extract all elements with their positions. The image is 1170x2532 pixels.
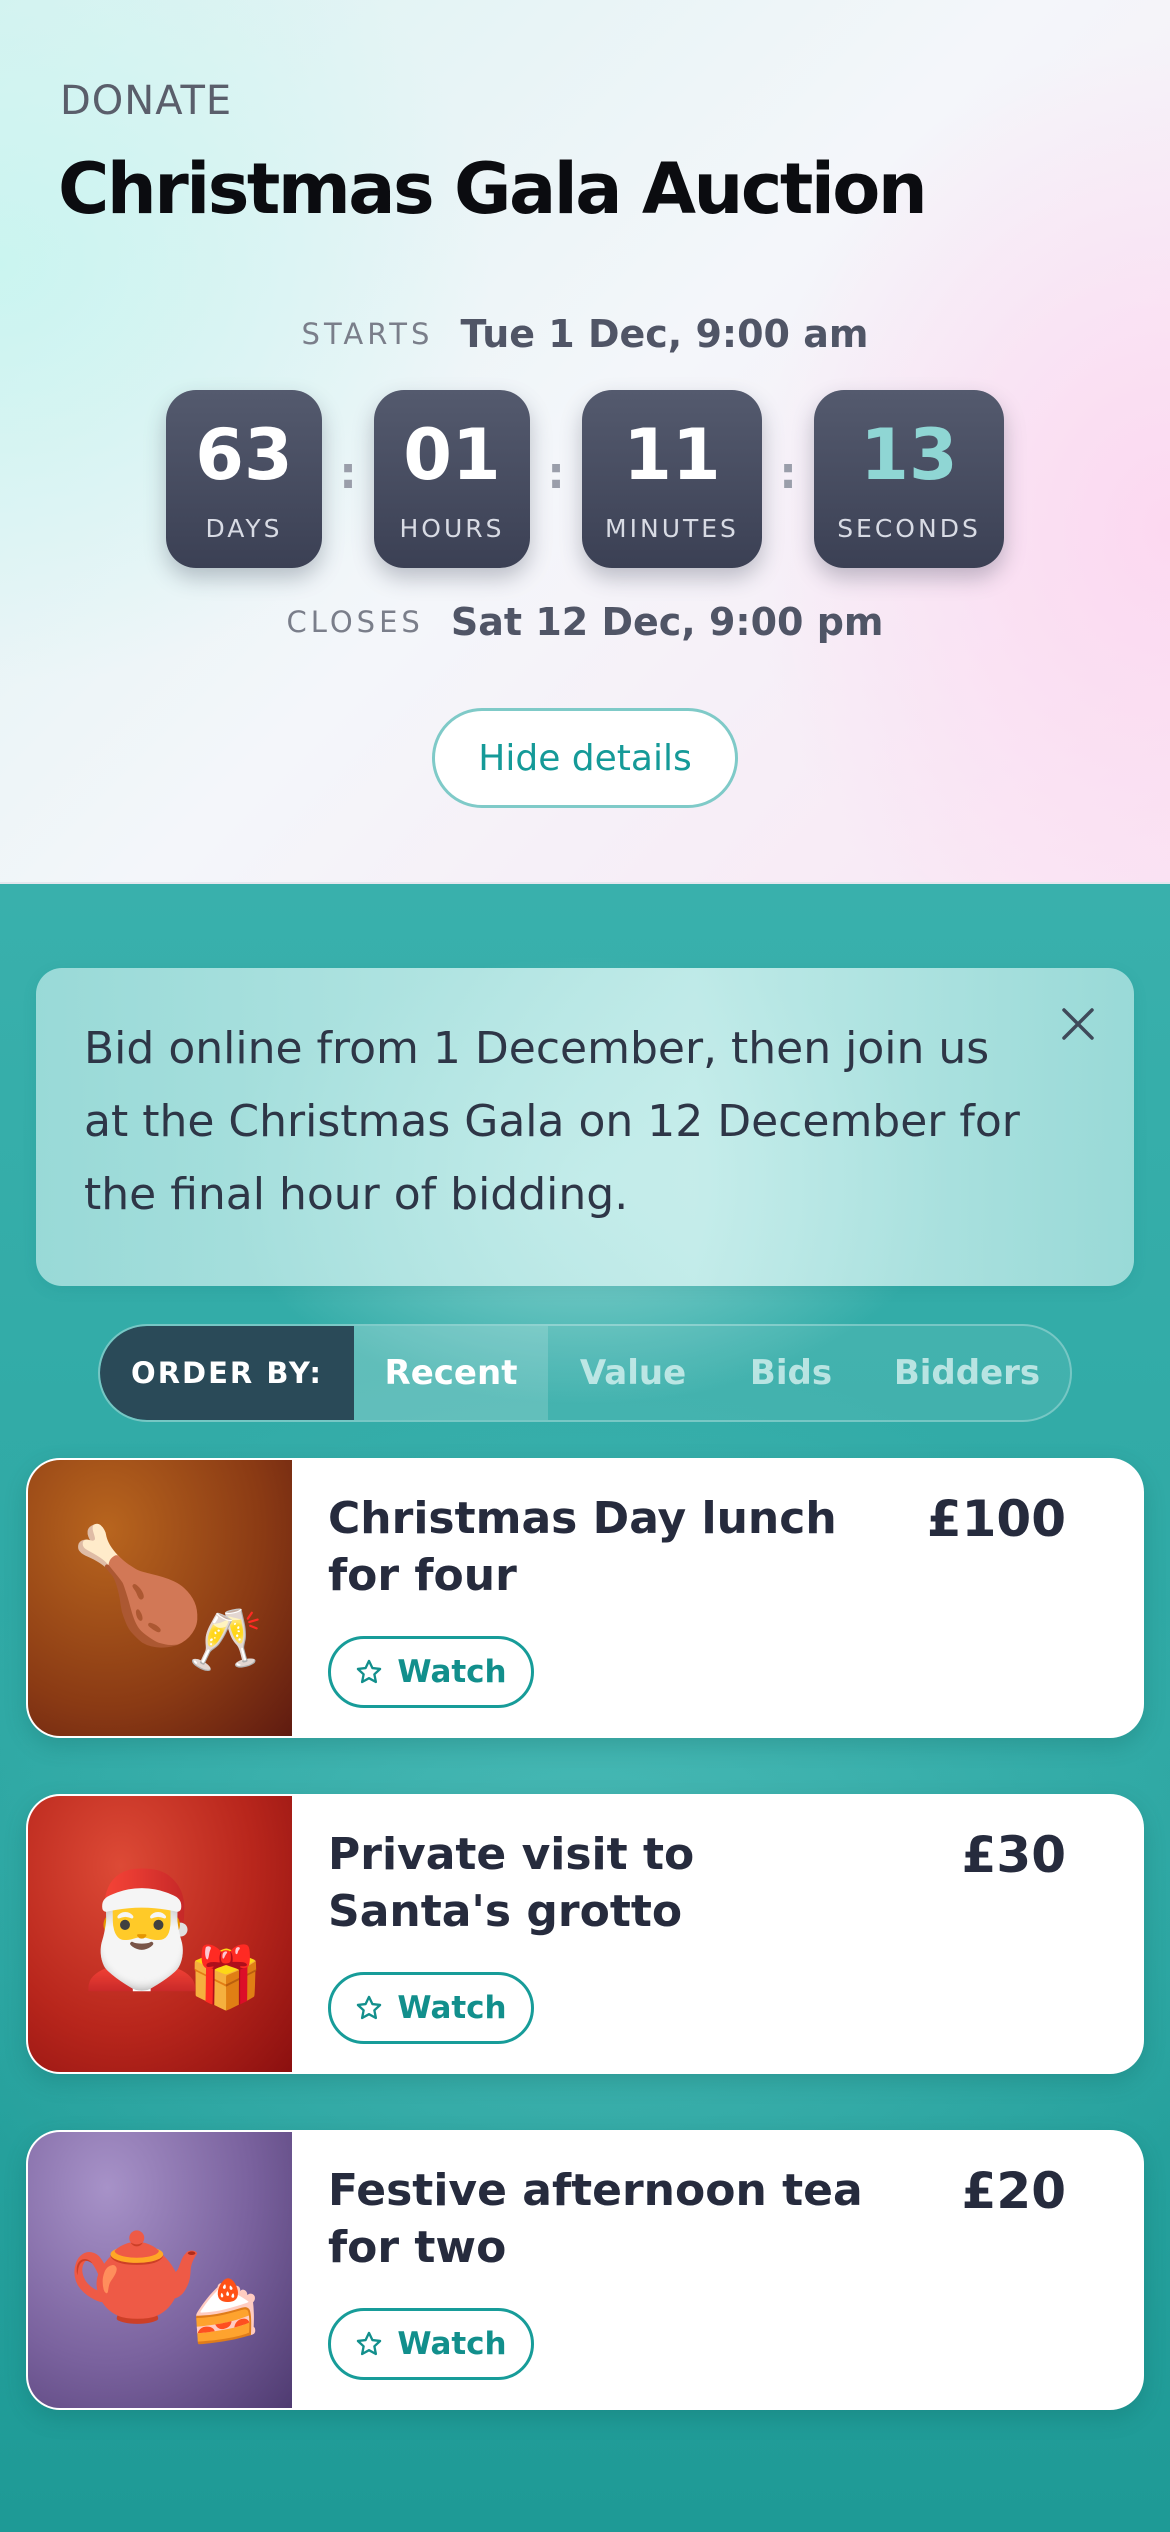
countdown-timer: 63 DAYS : 01 HOURS : 11 MINUTES : 13 SEC…: [0, 390, 1170, 568]
countdown-hours: 01 HOURS: [374, 390, 530, 568]
countdown-seconds-value: 13: [860, 413, 958, 496]
countdown-days-value: 63: [195, 413, 293, 496]
auction-item-card[interactable]: 🍗 🥂 Christmas Day lunch for four £100 Wa…: [26, 1458, 1144, 1738]
order-by-label: ORDER BY:: [100, 1326, 354, 1420]
countdown-separator: :: [779, 447, 797, 499]
auction-item-card[interactable]: 🎅 🎁 Private visit to Santa's grotto £30 …: [26, 1794, 1144, 2074]
watch-label: Watch: [397, 2326, 507, 2362]
closes-label: CLOSES: [286, 605, 424, 639]
countdown-hours-value: 01: [403, 413, 501, 496]
star-icon: [357, 2331, 382, 2356]
item-title: Festive afternoon tea for two: [328, 2165, 863, 2273]
item-title: Christmas Day lunch for four: [328, 1493, 837, 1601]
poultry-leg-icon: 🍗: [68, 1521, 208, 1651]
watch-button[interactable]: Watch: [328, 2308, 534, 2380]
auction-header: DONATE Christmas Gala Auction STARTS Tue…: [0, 0, 1170, 884]
auction-item-card[interactable]: 🫖 🍰 Festive afternoon tea for two £20 Wa…: [26, 2130, 1144, 2410]
item-price: £100: [926, 1490, 1066, 1548]
countdown-days: 63 DAYS: [166, 390, 322, 568]
close-icon[interactable]: [1058, 1004, 1098, 1044]
watch-label: Watch: [397, 1990, 507, 2026]
watch-button[interactable]: Watch: [328, 1972, 534, 2044]
starts-value: Tue 1 Dec, 9:00 am: [460, 312, 869, 356]
countdown-minutes-unit: MINUTES: [605, 513, 739, 543]
closes-row: CLOSES Sat 12 Dec, 9:00 pm: [0, 600, 1170, 644]
countdown-hours-unit: HOURS: [399, 513, 505, 543]
closes-value: Sat 12 Dec, 9:00 pm: [450, 600, 884, 644]
info-notice: Bid online from 1 December, then join us…: [36, 968, 1134, 1286]
donate-eyebrow: DONATE: [60, 78, 233, 124]
order-option-bids[interactable]: Bids: [718, 1326, 864, 1420]
item-price: £20: [961, 2162, 1066, 2220]
starts-row: STARTS Tue 1 Dec, 9:00 am: [0, 312, 1170, 356]
champagne-glasses-icon: 🥂: [188, 1605, 263, 1675]
teapot-icon: 🫖: [66, 2203, 206, 2333]
page-title: Christmas Gala Auction: [58, 148, 928, 230]
item-price: £30: [961, 1826, 1066, 1884]
order-option-value[interactable]: Value: [548, 1326, 718, 1420]
gift-icon: 🎁: [188, 1943, 263, 2013]
item-image: 🍗 🥂: [28, 1460, 292, 1736]
watch-label: Watch: [397, 1654, 507, 1690]
star-icon: [357, 1995, 382, 2020]
order-by-control: ORDER BY: Recent Value Bids Bidders: [98, 1324, 1072, 1422]
order-option-bidders[interactable]: Bidders: [864, 1326, 1070, 1420]
watch-button[interactable]: Watch: [328, 1636, 534, 1708]
countdown-separator: :: [547, 447, 565, 499]
item-image: 🎅 🎁: [28, 1796, 292, 2072]
star-icon: [357, 1659, 382, 1684]
cake-icon: 🍰: [188, 2277, 263, 2347]
item-title: Private visit to Santa's grotto: [328, 1829, 695, 1937]
item-image: 🫖 🍰: [28, 2132, 292, 2408]
hide-details-button[interactable]: Hide details: [432, 708, 738, 808]
order-option-recent[interactable]: Recent: [354, 1326, 548, 1420]
countdown-days-unit: DAYS: [205, 513, 283, 543]
starts-label: STARTS: [301, 317, 434, 351]
countdown-seconds-unit: SECONDS: [837, 513, 981, 543]
countdown-minutes-value: 11: [623, 413, 721, 496]
auction-items-section: Bid online from 1 December, then join us…: [0, 884, 1170, 2532]
countdown-seconds: 13 SECONDS: [814, 390, 1004, 568]
countdown-separator: :: [339, 447, 357, 499]
notice-text: Bid online from 1 December, then join us…: [84, 1023, 1020, 1220]
countdown-minutes: 11 MINUTES: [582, 390, 762, 568]
